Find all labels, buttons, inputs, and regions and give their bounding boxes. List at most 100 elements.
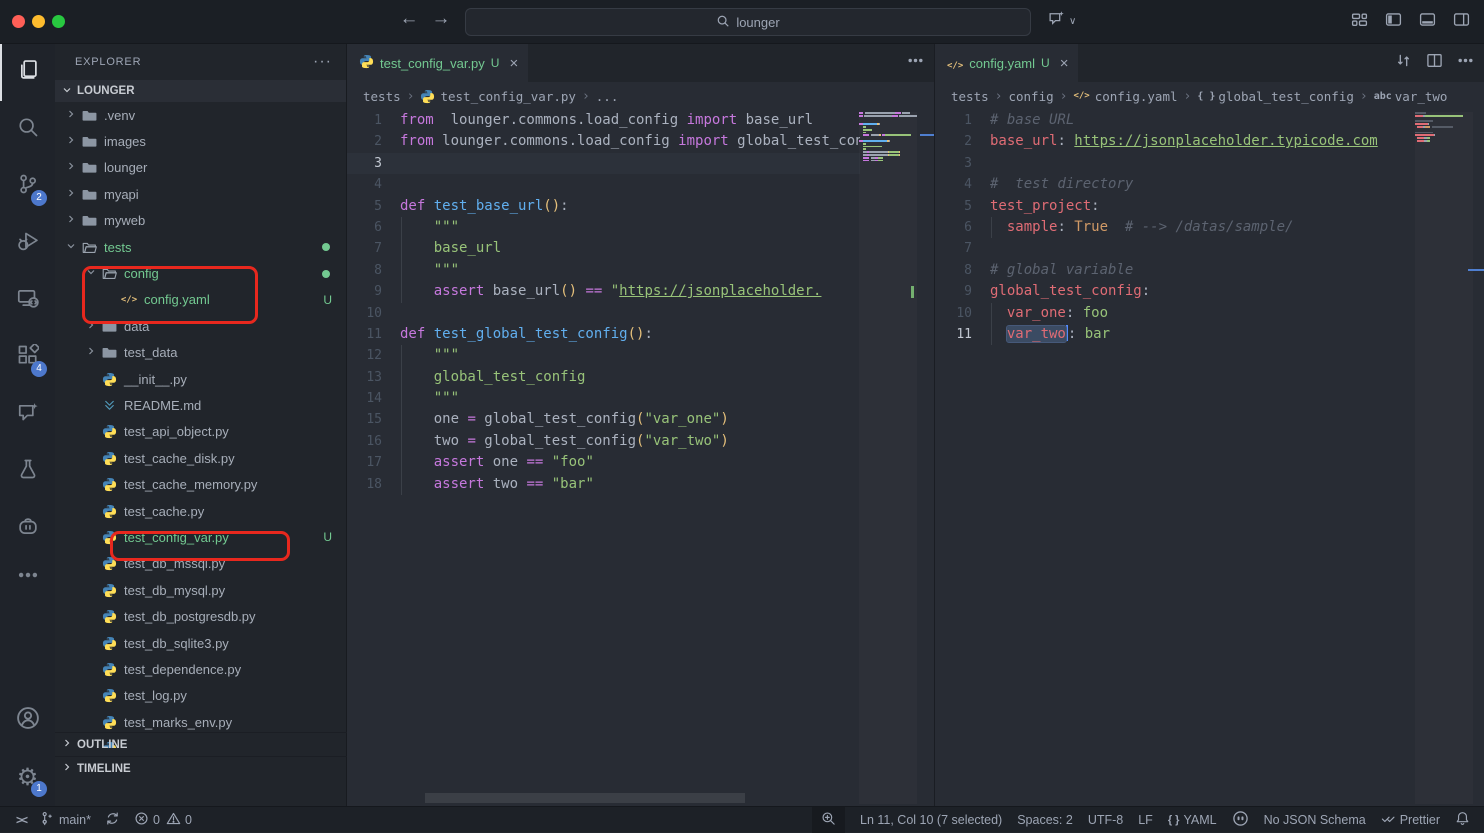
navigate-forward-button[interactable]: → <box>428 8 454 30</box>
code-line-11[interactable]: 11 var_two: bar <box>935 324 1410 345</box>
explorer-more-actions-button[interactable]: ··· <box>313 53 332 71</box>
status-item-copilot-status[interactable] <box>1232 807 1249 833</box>
code-editor-left[interactable]: 1from lounger.commons.load_config import… <box>347 110 934 806</box>
window-close-button[interactable] <box>12 15 25 28</box>
activity-bar-item-source-control[interactable]: 2 <box>0 158 55 215</box>
code-line-16[interactable]: 16 two = global_test_config("var_two") <box>347 431 860 452</box>
customize-layout-icon[interactable] <box>1351 11 1368 28</box>
tree-item-test_dependence.py[interactable]: test_dependence.py <box>55 656 346 682</box>
tree-item-test_db_sqlite3.py[interactable]: test_db_sqlite3.py <box>55 630 346 656</box>
close-tab-icon[interactable]: × <box>1060 55 1069 72</box>
tree-item-test_cache_memory.py[interactable]: test_cache_memory.py <box>55 471 346 497</box>
activity-bar-item-testing[interactable] <box>0 443 55 500</box>
minimap-right[interactable] <box>1415 112 1473 804</box>
code-line-8[interactable]: 8 """ <box>347 260 860 281</box>
code-line-6[interactable]: 6 """ <box>347 217 860 238</box>
status-item-zoom-status[interactable] <box>812 807 845 833</box>
code-line-6[interactable]: 6 sample: True # --> /datas/sample/ <box>935 217 1410 238</box>
minimap-left[interactable] <box>859 112 917 804</box>
breadcrumb-item[interactable]: ... <box>596 89 619 104</box>
close-tab-icon[interactable]: × <box>509 55 518 72</box>
code-line-2[interactable]: 2base_url: https://jsonplaceholder.typic… <box>935 131 1410 152</box>
status-item-cursor-position[interactable]: Ln 11, Col 10 (7 selected) <box>860 807 1002 833</box>
code-line-13[interactable]: 13 global_test_config <box>347 367 860 388</box>
tree-item-config[interactable]: config <box>55 260 346 286</box>
more-actions-icon[interactable] <box>1457 52 1474 74</box>
command-center-search[interactable]: lounger <box>465 8 1031 36</box>
tree-item-.venv[interactable]: .venv <box>55 102 346 128</box>
code-line-5[interactable]: 5def test_base_url(): <box>347 196 860 217</box>
status-item-json-schema[interactable]: No JSON Schema <box>1264 807 1366 833</box>
code-line-1[interactable]: 1from lounger.commons.load_config import… <box>347 110 860 131</box>
window-maximize-button[interactable] <box>52 15 65 28</box>
status-item-notifications[interactable] <box>1455 807 1470 833</box>
horizontal-scrollbar[interactable] <box>425 793 745 803</box>
tree-item-config.yaml[interactable]: </> config.yaml U <box>55 287 346 313</box>
workspace-section-header[interactable]: LOUNGER <box>55 80 346 102</box>
tree-item-myapi[interactable]: myapi <box>55 181 346 207</box>
tree-item-myweb[interactable]: myweb <box>55 208 346 234</box>
activity-bar-item-settings[interactable]: ⚙ 1 <box>0 749 55 806</box>
code-line-11[interactable]: 11def test_global_test_config(): <box>347 324 860 345</box>
tree-item-test_cache_disk.py[interactable]: test_cache_disk.py <box>55 445 346 471</box>
activity-bar-item-run-and-debug[interactable] <box>0 215 55 272</box>
tab-config.yaml[interactable]: </> config.yaml U × <box>935 44 1078 82</box>
code-line-9[interactable]: 9 assert base_url() == "https://jsonplac… <box>347 281 860 302</box>
tree-item-test_data[interactable]: test_data <box>55 340 346 366</box>
breadcrumb-item[interactable]: var_two <box>1395 89 1448 104</box>
tree-item-test_config_var.py[interactable]: test_config_var.py U <box>55 524 346 550</box>
code-line-7[interactable]: 7 base_url <box>347 238 860 259</box>
tree-item-lounger[interactable]: lounger <box>55 155 346 181</box>
breadcrumb-item[interactable]: tests <box>951 89 989 104</box>
tree-item-test_cache.py[interactable]: test_cache.py <box>55 498 346 524</box>
code-line-18[interactable]: 18 assert two == "bar" <box>347 474 860 495</box>
activity-bar-item-explorer[interactable] <box>0 44 55 101</box>
tree-item-data[interactable]: data <box>55 313 346 339</box>
code-line-7[interactable]: 7 <box>935 238 1410 259</box>
code-line-12[interactable]: 12 """ <box>347 345 860 366</box>
breadcrumb-item[interactable]: config <box>1008 89 1053 104</box>
breadcrumb-item[interactable]: global_test_config <box>1218 89 1353 104</box>
toggle-panel-icon[interactable] <box>1419 11 1436 28</box>
status-item-eol[interactable]: LF <box>1138 807 1153 833</box>
status-item-git-branch[interactable]: main* <box>40 807 91 833</box>
status-item-encoding[interactable]: UTF-8 <box>1088 807 1123 833</box>
activity-bar-item-extensions[interactable]: 4 <box>0 329 55 386</box>
panel-header-timeline[interactable]: TIMELINE <box>55 756 347 780</box>
code-editor-right[interactable]: 1# base URL 2base_url: https://jsonplace… <box>935 110 1484 806</box>
toggle-primary-sidebar-icon[interactable] <box>1385 11 1402 28</box>
window-minimize-button[interactable] <box>32 15 45 28</box>
status-item-remote-indicator[interactable]: >< <box>16 807 26 833</box>
code-line-2[interactable]: 2from lounger.commons.load_config import… <box>347 131 860 152</box>
code-line-14[interactable]: 14 """ <box>347 388 860 409</box>
tree-item-test_db_mssql.py[interactable]: test_db_mssql.py <box>55 551 346 577</box>
panel-header-outline[interactable]: OUTLINE <box>55 732 347 756</box>
open-changes-icon[interactable] <box>1395 52 1412 74</box>
code-line-4[interactable]: 4 <box>347 174 860 195</box>
tree-item-images[interactable]: images <box>55 128 346 154</box>
activity-bar-item-remote-explorer[interactable] <box>0 272 55 329</box>
code-line-9[interactable]: 9global_test_config: <box>935 281 1410 302</box>
activity-bar-item-search[interactable] <box>0 101 55 158</box>
more-actions-icon[interactable] <box>907 52 924 74</box>
code-line-1[interactable]: 1# base URL <box>935 110 1410 131</box>
activity-bar-item-robot[interactable] <box>0 500 55 557</box>
tree-item-README.md[interactable]: README.md <box>55 392 346 418</box>
code-line-15[interactable]: 15 one = global_test_config("var_one") <box>347 409 860 430</box>
activity-bar-item-more[interactable] <box>0 557 55 597</box>
status-item-problems[interactable]: 00 <box>134 807 192 833</box>
code-line-3[interactable]: 3 <box>935 153 1410 174</box>
tree-item-tests[interactable]: tests <box>55 234 346 260</box>
code-line-8[interactable]: 8# global variable <box>935 260 1410 281</box>
code-line-17[interactable]: 17 assert one == "foo" <box>347 452 860 473</box>
toggle-secondary-sidebar-icon[interactable] <box>1453 11 1470 28</box>
split-editor-icon[interactable] <box>1426 52 1443 74</box>
status-item-sync[interactable] <box>105 807 120 833</box>
status-item-indentation[interactable]: Spaces: 2 <box>1017 807 1073 833</box>
copilot-menu-button[interactable]: ∨ <box>1048 10 1076 32</box>
breadcrumb-item[interactable]: tests <box>363 89 401 104</box>
navigate-back-button[interactable]: ← <box>396 8 422 30</box>
code-line-5[interactable]: 5test_project: <box>935 196 1410 217</box>
code-line-3[interactable]: 3 <box>347 153 860 174</box>
activity-bar-item-copilot-chat[interactable] <box>0 386 55 443</box>
